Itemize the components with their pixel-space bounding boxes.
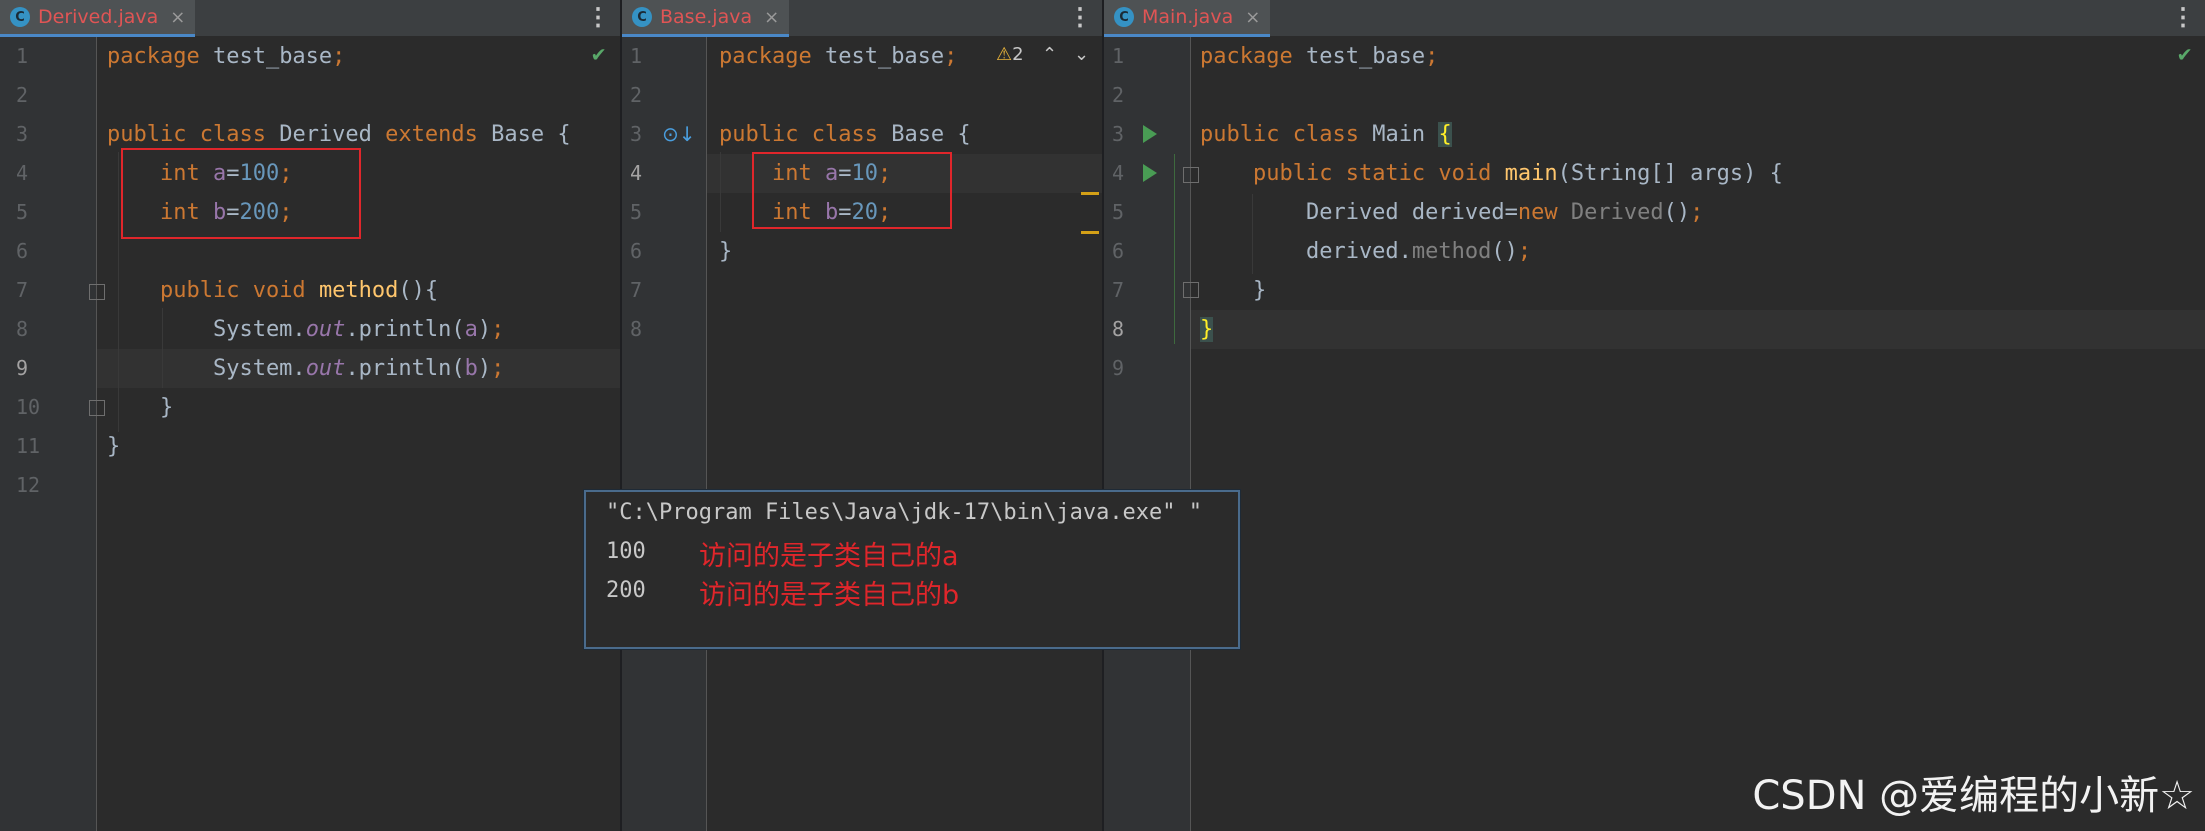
tab-label: Derived.java: [38, 6, 159, 28]
line-number[interactable]: 5: [630, 200, 642, 224]
line-number[interactable]: 2: [630, 83, 642, 107]
line-number[interactable]: 5: [16, 200, 28, 224]
line-number[interactable]: 8: [16, 317, 28, 341]
line-number[interactable]: 6: [1112, 239, 1124, 263]
close-icon[interactable]: ×: [764, 7, 779, 28]
line-number[interactable]: 9: [1112, 356, 1124, 380]
line-number[interactable]: 1: [630, 44, 642, 68]
editor-pane-derived: C Derived.java × ⋮ 1 2 3 4 5 6 7 8 9 10 11 12 ✔ pac…: [0, 0, 620, 831]
more-options-icon[interactable]: ⋮: [1068, 2, 1092, 32]
tab-main-java[interactable]: C Main.java ×: [1104, 0, 1271, 37]
line-number[interactable]: 4: [1112, 161, 1124, 185]
check-icon: ✔: [2178, 42, 2192, 67]
warning-indicator[interactable]: ⚠2: [996, 44, 1024, 65]
warning-icon: ⚠: [996, 44, 1013, 65]
overridden-by-icon[interactable]: ⊙↓: [662, 122, 696, 146]
tab-bar: C Main.java × ⋮: [1104, 0, 2205, 37]
line-number[interactable]: 2: [1112, 83, 1124, 107]
line-number[interactable]: 11: [16, 434, 40, 458]
console-output-line: 200: [606, 578, 646, 603]
line-number[interactable]: 3: [630, 122, 642, 146]
line-number[interactable]: 8: [1112, 317, 1124, 341]
line-number[interactable]: 3: [16, 122, 28, 146]
console-annotation: 访问的是子类自己的b: [699, 580, 960, 611]
console-command: "C:\Program Files\Java\jdk-17\bin\java.e…: [606, 500, 1203, 525]
line-number[interactable]: 5: [1112, 200, 1124, 224]
warning-stripe-marker[interactable]: [1081, 231, 1099, 234]
run-console-output: "C:\Program Files\Java\jdk-17\bin\java.e…: [584, 490, 1240, 649]
gutter: [622, 37, 707, 831]
line-number[interactable]: 4: [16, 161, 28, 185]
console-annotation: 访问的是子类自己的a: [699, 541, 959, 572]
line-number[interactable]: 2: [16, 83, 28, 107]
fold-marker-icon[interactable]: [89, 400, 105, 416]
check-icon: ✔: [592, 42, 606, 67]
line-number[interactable]: 9: [16, 356, 28, 380]
change-marker: [1174, 154, 1175, 344]
java-class-icon: C: [632, 7, 652, 27]
line-number[interactable]: 1: [16, 44, 28, 68]
more-options-icon[interactable]: ⋮: [2171, 2, 2195, 32]
close-icon[interactable]: ×: [1245, 7, 1260, 28]
fold-marker-icon[interactable]: [1183, 282, 1199, 298]
highlight-box: [121, 148, 361, 239]
line-number[interactable]: 6: [16, 239, 28, 263]
line-number[interactable]: 8: [630, 317, 642, 341]
fold-marker-icon[interactable]: [1183, 167, 1199, 183]
line-number[interactable]: 4: [630, 161, 642, 185]
run-icon[interactable]: [1143, 164, 1157, 182]
tab-bar: C Derived.java × ⋮: [0, 0, 620, 37]
java-class-icon: C: [10, 7, 30, 27]
fold-marker-icon[interactable]: [89, 284, 105, 300]
console-output-line: 100: [606, 539, 646, 564]
line-number[interactable]: 3: [1112, 122, 1124, 146]
warning-stripe-marker[interactable]: [1081, 192, 1099, 195]
line-number[interactable]: 7: [1112, 278, 1124, 302]
tab-bar: C Base.java × ⋮: [622, 0, 1102, 37]
next-highlight-icon[interactable]: ⌄: [1074, 44, 1089, 65]
code-area[interactable]: package test_base; public class Derived …: [107, 37, 571, 466]
previous-highlight-icon[interactable]: ⌃: [1042, 44, 1057, 65]
line-number[interactable]: 7: [16, 278, 28, 302]
tab-label: Main.java: [1142, 6, 1234, 28]
java-class-icon: C: [1114, 7, 1134, 27]
line-number[interactable]: 1: [1112, 44, 1124, 68]
tab-label: Base.java: [660, 6, 753, 28]
run-icon[interactable]: [1143, 125, 1157, 143]
more-options-icon[interactable]: ⋮: [586, 2, 610, 32]
line-number[interactable]: 7: [630, 278, 642, 302]
line-number[interactable]: 10: [16, 395, 40, 419]
gutter: [1104, 37, 1191, 831]
highlight-box: [752, 152, 952, 229]
tab-base-java[interactable]: C Base.java ×: [622, 0, 790, 37]
code-area[interactable]: package test_base; public class Main { p…: [1200, 37, 1783, 349]
gutter: [0, 37, 97, 831]
tab-derived-java[interactable]: C Derived.java ×: [0, 0, 196, 37]
editor-pane-base: C Base.java × ⋮ 12345678 ⊙↓ ⚠2 ⌃ ⌄ packa…: [622, 0, 1102, 831]
editor-pane-main: C Main.java × ⋮ 1 2 3 4 5 6 7 8 9 ✔ package test…: [1104, 0, 2205, 831]
line-number[interactable]: 6: [630, 239, 642, 263]
line-number[interactable]: 12: [16, 473, 40, 497]
close-icon[interactable]: ×: [170, 7, 185, 28]
watermark: CSDN @爱编程的小新☆: [1752, 773, 2195, 819]
warning-count: 2: [1012, 44, 1024, 65]
